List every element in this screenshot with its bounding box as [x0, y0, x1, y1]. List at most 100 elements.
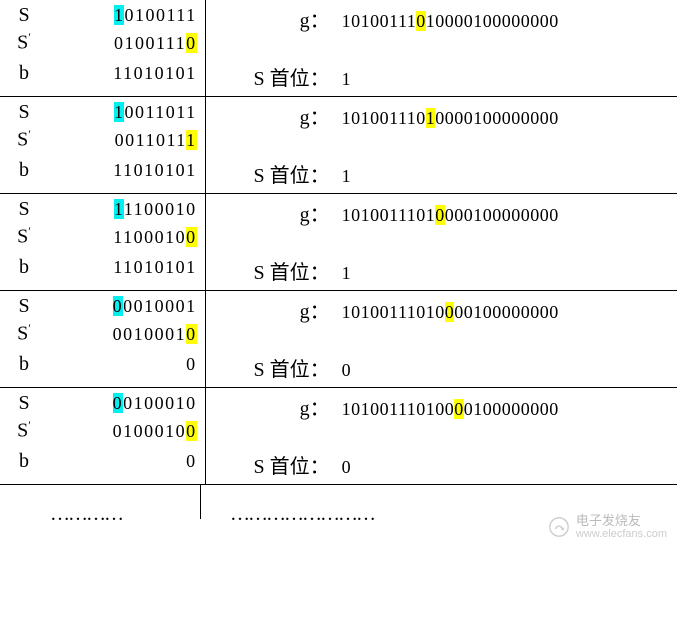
- Sprime-value: 00100010: [44, 324, 197, 345]
- S-value: 10100111: [44, 5, 197, 26]
- Sprime-value: 11000100: [44, 227, 197, 248]
- left-cell: S 00100010 S′ 01000100 b 0: [0, 388, 206, 484]
- g-label: g：: [210, 198, 336, 227]
- Sprime-label: S′: [4, 321, 44, 346]
- Sprime-line: S′ 00110111: [4, 127, 197, 153]
- computation-table: S 10100111 S′ 01001110 b 11010101 g： 101…: [0, 0, 677, 485]
- right-cell: g： 10100111010000100000000 S 首位： 0: [206, 388, 677, 484]
- b-line: b 0: [4, 450, 197, 480]
- S-label: S: [4, 295, 44, 318]
- g-line: g： 10100111010000100000000: [210, 4, 669, 30]
- Sprime-value: 01001110: [44, 33, 197, 54]
- left-cell: S 10011011 S′ 00110111 b 11010101: [0, 97, 206, 193]
- vertical-divider: [200, 485, 201, 519]
- g-value: 10100111010000100000000: [336, 399, 669, 420]
- Sfirst-line: S 首位： 0: [210, 450, 669, 480]
- spacer: [210, 321, 669, 347]
- S-line: S 11100010: [4, 198, 197, 224]
- Sprime-label: S′: [4, 224, 44, 249]
- Sfirst-value: 0: [336, 457, 669, 478]
- spacer: [210, 418, 669, 444]
- Sfirst-label: S 首位：: [210, 256, 336, 285]
- watermark: 电子发烧友 www.elecfans.com: [548, 514, 667, 540]
- S-value: 00100010: [44, 393, 197, 414]
- right-cell: g： 10100111010000100000000 S 首位： 1: [206, 0, 677, 96]
- Sfirst-line: S 首位： 1: [210, 256, 669, 286]
- Sfirst-label: S 首位：: [210, 62, 336, 91]
- S-label: S: [4, 101, 44, 124]
- S-label: S: [4, 392, 44, 415]
- b-label: b: [4, 159, 44, 182]
- S-label: S: [4, 4, 44, 27]
- Sprime-line: S′ 11000100: [4, 224, 197, 250]
- table-row: S 00100010 S′ 01000100 b 0 g： 1010011101…: [0, 388, 677, 485]
- table-row: S 10011011 S′ 00110111 b 11010101 g： 101…: [0, 97, 677, 194]
- Sprime-line: S′ 00100010: [4, 321, 197, 347]
- table-row: S 11100010 S′ 11000100 b 11010101 g： 101…: [0, 194, 677, 291]
- S-line: S 10100111: [4, 4, 197, 30]
- b-line: b 11010101: [4, 256, 197, 286]
- b-label: b: [4, 450, 44, 473]
- b-value: 0: [44, 451, 197, 472]
- g-line: g： 10100111010000100000000: [210, 198, 669, 224]
- right-cell: g： 10100111010000100000000 S 首位： 1: [206, 194, 677, 290]
- b-line: b 11010101: [4, 62, 197, 92]
- Sprime-label: S′: [4, 418, 44, 443]
- Sfirst-value: 1: [336, 166, 669, 187]
- Sprime-label: S′: [4, 30, 44, 55]
- g-label: g：: [210, 101, 336, 130]
- Sfirst-value: 0: [336, 360, 669, 381]
- Sprime-line: S′ 01001110: [4, 30, 197, 56]
- spacer: [210, 127, 669, 153]
- g-value: 10100111010000100000000: [336, 205, 669, 226]
- left-cell: S 00010001 S′ 00100010 b 0: [0, 291, 206, 387]
- left-cell: S 11100010 S′ 11000100 b 11010101: [0, 194, 206, 290]
- b-value: 0: [44, 354, 197, 375]
- S-value: 10011011: [44, 102, 197, 123]
- watermark-url: www.elecfans.com: [576, 528, 667, 540]
- g-label: g：: [210, 4, 336, 33]
- b-value: 11010101: [44, 257, 197, 278]
- Sfirst-line: S 首位： 1: [210, 159, 669, 189]
- Sfirst-line: S 首位： 0: [210, 353, 669, 383]
- Sfirst-label: S 首位：: [210, 353, 336, 382]
- table-row: S 10100111 S′ 01001110 b 11010101 g： 101…: [0, 0, 677, 97]
- Sfirst-line: S 首位： 1: [210, 62, 669, 92]
- spacer: [210, 30, 669, 56]
- left-cell: S 10100111 S′ 01001110 b 11010101: [0, 0, 206, 96]
- Sprime-value: 00110111: [44, 130, 197, 151]
- b-label: b: [4, 353, 44, 376]
- Sfirst-value: 1: [336, 263, 669, 284]
- b-label: b: [4, 62, 44, 85]
- footer: ………… …………………… 电子发烧友 www.elecfans.com: [0, 485, 677, 545]
- table-row: S 00010001 S′ 00100010 b 0 g： 1010011101…: [0, 291, 677, 388]
- b-value: 11010101: [44, 160, 197, 181]
- S-value: 00010001: [44, 296, 197, 317]
- g-value: 10100111010000100000000: [336, 302, 669, 323]
- g-line: g： 10100111010000100000000: [210, 392, 669, 418]
- S-label: S: [4, 198, 44, 221]
- g-line: g： 10100111010000100000000: [210, 101, 669, 127]
- b-line: b 11010101: [4, 159, 197, 189]
- S-value: 11100010: [44, 199, 197, 220]
- Sfirst-label: S 首位：: [210, 450, 336, 479]
- g-value: 10100111010000100000000: [336, 11, 669, 32]
- logo-icon: [548, 516, 570, 538]
- g-value: 10100111010000100000000: [336, 108, 669, 129]
- right-cell: g： 10100111010000100000000 S 首位： 0: [206, 291, 677, 387]
- Sfirst-value: 1: [336, 69, 669, 90]
- spacer: [210, 224, 669, 250]
- S-line: S 00100010: [4, 392, 197, 418]
- Sfirst-label: S 首位：: [210, 159, 336, 188]
- Sprime-line: S′ 01000100: [4, 418, 197, 444]
- g-line: g： 10100111010000100000000: [210, 295, 669, 321]
- b-line: b 0: [4, 353, 197, 383]
- watermark-text: 电子发烧友: [576, 514, 667, 528]
- g-label: g：: [210, 295, 336, 324]
- b-label: b: [4, 256, 44, 279]
- b-value: 11010101: [44, 63, 197, 84]
- ellipsis-right: ……………………: [230, 503, 374, 526]
- Sprime-label: S′: [4, 127, 44, 152]
- right-cell: g： 10100111010000100000000 S 首位： 1: [206, 97, 677, 193]
- Sprime-value: 01000100: [44, 421, 197, 442]
